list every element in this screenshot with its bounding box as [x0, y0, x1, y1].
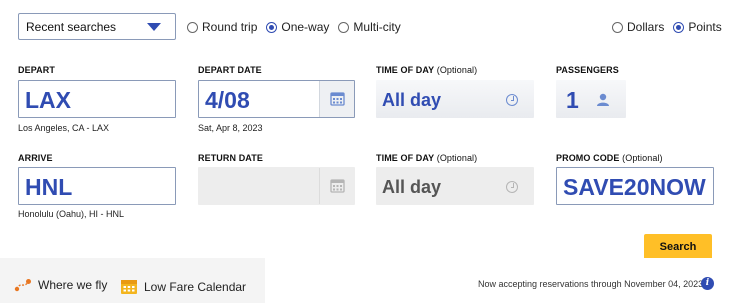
- where-we-fly-link[interactable]: Where we fly: [14, 278, 107, 292]
- low-fare-calendar-link[interactable]: Low Fare Calendar: [120, 278, 246, 295]
- depart-value: LAX: [25, 87, 71, 113]
- radio-label: Round trip: [202, 20, 258, 34]
- radio-dollars[interactable]: Dollars: [612, 20, 664, 34]
- radio-circle-icon: [338, 21, 350, 33]
- radio-label: Dollars: [627, 20, 665, 34]
- optional-text: (Optional): [436, 153, 478, 163]
- depart-input[interactable]: LAX: [18, 80, 176, 118]
- arrive-input[interactable]: HNL: [18, 167, 176, 205]
- depart-label: DEPART: [18, 65, 55, 75]
- low-fare-calendar-icon: [121, 280, 137, 294]
- radio-selected-icon: [673, 21, 685, 33]
- time-of-day-select-2[interactable]: All day: [376, 167, 534, 205]
- calendar-icon: [330, 92, 345, 106]
- where-we-fly-text: Where we fly: [38, 278, 108, 292]
- promo-code-label-text: PROMO CODE: [556, 153, 620, 163]
- clock-icon: [506, 94, 518, 106]
- radio-label: One-way: [281, 20, 330, 34]
- calendar-icon: [330, 179, 345, 193]
- footer-divider-shape: [265, 258, 298, 303]
- arrive-subtitle: Honolulu (Oahu), HI - HNL: [18, 209, 125, 219]
- return-date-input[interactable]: [198, 167, 355, 205]
- search-button[interactable]: Search: [644, 234, 712, 261]
- recent-searches-dropdown[interactable]: Recent searches: [18, 13, 176, 40]
- depart-date-label: DEPART DATE: [198, 65, 262, 75]
- depart-subtitle: Los Angeles, CA - LAX: [18, 123, 110, 133]
- time-of-day-select[interactable]: All day: [376, 80, 534, 118]
- arrive-label: ARRIVE: [18, 153, 53, 163]
- promo-code-value: SAVE20NOW: [563, 174, 706, 200]
- arrive-value: HNL: [25, 174, 73, 200]
- passengers-label: PASSENGERS: [556, 65, 619, 75]
- info-icon[interactable]: i: [701, 277, 714, 290]
- radio-points[interactable]: Points: [673, 20, 722, 34]
- radio-selected-icon: [266, 21, 278, 33]
- time-of-day-label-text: TIME OF DAY: [376, 65, 435, 75]
- depart-date-input[interactable]: 4/08: [198, 80, 355, 118]
- calendar-button[interactable]: [319, 81, 354, 117]
- recent-searches-label: Recent searches: [26, 20, 117, 34]
- low-fare-calendar-text: Low Fare Calendar: [144, 279, 247, 294]
- radio-multi-city[interactable]: Multi-city: [338, 20, 401, 34]
- radio-label: Multi-city: [353, 20, 401, 34]
- time-of-day-label-text: TIME OF DAY: [376, 153, 435, 163]
- time-of-day-value: All day: [382, 90, 442, 110]
- depart-date-value: 4/08: [205, 87, 250, 113]
- time-of-day-label: TIME OF DAY (Optional): [376, 65, 477, 75]
- radio-one-way[interactable]: One-way: [266, 20, 329, 34]
- chevron-down-icon: [147, 23, 161, 31]
- radio-label: Points: [688, 20, 722, 34]
- radio-circle-icon: [187, 21, 198, 33]
- radio-round-trip[interactable]: Round trip: [187, 20, 257, 34]
- radio-circle-icon: [612, 21, 623, 33]
- reservations-notice: Now accepting reservations through Novem…: [478, 279, 706, 289]
- trip-type-group: Round trip One-way Multi-city: [187, 20, 410, 34]
- currency-group: Dollars Points: [612, 20, 722, 34]
- optional-text: (Optional): [436, 65, 478, 75]
- time-of-day-value-2: All day: [382, 177, 442, 197]
- passengers-select[interactable]: 1: [556, 80, 626, 118]
- depart-date-subtitle: Sat, Apr 8, 2023: [198, 123, 263, 133]
- promo-code-label: PROMO CODE (Optional): [556, 153, 663, 163]
- return-date-label: RETURN DATE: [198, 153, 263, 163]
- calendar-button-disabled: [319, 168, 354, 204]
- promo-code-input[interactable]: SAVE20NOW: [556, 167, 714, 205]
- clock-icon: [506, 181, 518, 193]
- time-of-day-label-2: TIME OF DAY (Optional): [376, 153, 477, 163]
- passengers-value: 1: [566, 87, 579, 113]
- person-icon: [597, 93, 609, 106]
- optional-text: (Optional): [622, 153, 663, 163]
- route-map-icon: [14, 279, 31, 292]
